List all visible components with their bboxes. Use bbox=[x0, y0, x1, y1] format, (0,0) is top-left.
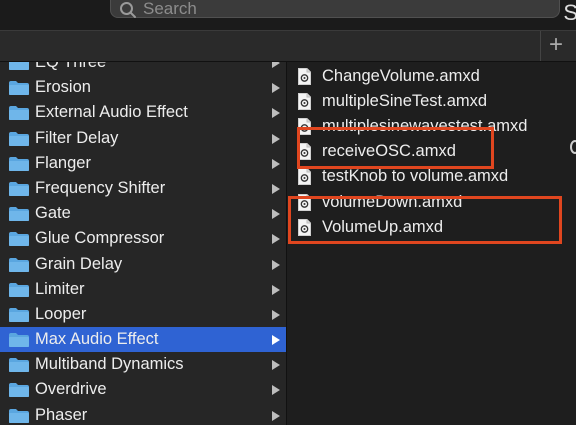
folder-icon bbox=[9, 358, 29, 373]
annotation-box-receiveosc bbox=[297, 127, 494, 169]
folder-item[interactable]: Overdrive bbox=[0, 377, 286, 402]
folder-label: Frequency Shifter bbox=[35, 178, 166, 197]
folder-icon bbox=[9, 232, 29, 247]
folder-icon bbox=[9, 62, 29, 70]
file-item[interactable]: ChangeVolume.amxd bbox=[287, 65, 576, 89]
search-input[interactable] bbox=[143, 0, 543, 20]
folder-icon bbox=[9, 131, 29, 146]
folder-icon bbox=[9, 257, 29, 272]
chevron-right-icon[interactable] bbox=[272, 284, 280, 295]
folder-icon bbox=[9, 333, 29, 348]
folder-label: EQ Three bbox=[35, 62, 107, 71]
max-device-file-icon bbox=[298, 168, 311, 185]
folder-icon bbox=[9, 207, 29, 222]
chevron-right-icon[interactable] bbox=[272, 158, 280, 169]
folder-item[interactable]: Erosion bbox=[0, 75, 286, 100]
folder-item[interactable]: Max Audio Effect bbox=[0, 327, 286, 353]
plus-icon: + bbox=[548, 31, 563, 58]
folder-label: Filter Delay bbox=[35, 128, 119, 147]
clipped-edge-glyph-2 bbox=[570, 140, 576, 154]
file-pane[interactable]: VolumeUp.amxd volumeDown.amxd testKnob to … bbox=[287, 62, 576, 425]
folder-item[interactable]: Glue Compressor bbox=[0, 226, 286, 251]
folder-label: Max Audio Effect bbox=[35, 330, 159, 349]
category-pane[interactable]: EQ Three Erosion External Audio Effect Filt… bbox=[0, 62, 286, 425]
folder-label: Multiband Dynamics bbox=[35, 355, 184, 374]
file-label: multipleSineTest.amxd bbox=[322, 92, 488, 110]
browser-toolbar: + bbox=[0, 30, 576, 62]
folder-label: Gate bbox=[35, 204, 71, 223]
chevron-right-icon[interactable] bbox=[272, 385, 280, 396]
search-box[interactable] bbox=[110, 0, 560, 20]
folder-item[interactable]: Grain Delay bbox=[0, 252, 286, 277]
add-folder-button[interactable]: + bbox=[540, 31, 571, 61]
folder-item[interactable]: Flanger bbox=[0, 151, 286, 176]
chevron-right-icon[interactable] bbox=[272, 309, 280, 320]
file-item[interactable]: multipleSineTest.amxd bbox=[287, 90, 576, 114]
chevron-right-icon[interactable] bbox=[272, 62, 280, 68]
folder-item[interactable]: Frequency Shifter bbox=[0, 176, 286, 201]
annotation-box-volume-files bbox=[288, 196, 562, 244]
folder-label: Phaser bbox=[35, 405, 88, 424]
folder-icon bbox=[9, 383, 29, 398]
browser-top-bar: S bbox=[0, 0, 576, 30]
folder-icon bbox=[9, 282, 29, 297]
folder-item[interactable]: Multiband Dynamics bbox=[0, 352, 286, 377]
chevron-right-icon[interactable] bbox=[272, 209, 280, 220]
chevron-right-icon[interactable] bbox=[272, 335, 280, 346]
folder-label: Grain Delay bbox=[35, 254, 123, 273]
folder-item[interactable]: Phaser bbox=[0, 403, 286, 425]
search-icon bbox=[120, 2, 136, 18]
chevron-right-icon[interactable] bbox=[272, 83, 280, 94]
file-label: testKnob to volume.amxd bbox=[322, 167, 509, 185]
folder-label: Erosion bbox=[35, 78, 91, 97]
folder-item[interactable]: Looper bbox=[0, 302, 286, 327]
folder-label: Glue Compressor bbox=[35, 229, 165, 248]
chevron-right-icon[interactable] bbox=[272, 108, 280, 119]
folder-item[interactable]: External Audio Effect bbox=[0, 100, 286, 125]
folder-label: Looper bbox=[35, 304, 87, 323]
folder-label: External Audio Effect bbox=[35, 103, 188, 122]
folder-icon bbox=[9, 106, 29, 121]
chevron-right-icon[interactable] bbox=[272, 410, 280, 421]
folder-label: Overdrive bbox=[35, 380, 107, 399]
chevron-right-icon[interactable] bbox=[272, 183, 280, 194]
clipped-edge-glyph: S bbox=[563, 0, 576, 25]
folder-icon bbox=[9, 156, 29, 171]
chevron-right-icon[interactable] bbox=[272, 259, 280, 270]
folder-label: Flanger bbox=[35, 153, 91, 172]
folder-label: Limiter bbox=[35, 279, 85, 298]
folder-item[interactable]: EQ Three bbox=[0, 62, 286, 75]
folder-icon bbox=[9, 81, 29, 96]
chevron-right-icon[interactable] bbox=[272, 234, 280, 245]
folder-icon bbox=[9, 408, 29, 423]
file-label: ChangeVolume.amxd bbox=[322, 67, 480, 85]
folder-item[interactable]: Limiter bbox=[0, 277, 286, 302]
chevron-right-icon[interactable] bbox=[272, 133, 280, 144]
chevron-right-icon[interactable] bbox=[272, 360, 280, 371]
folder-list: EQ Three Erosion External Audio Effect Filt… bbox=[0, 62, 286, 425]
max-device-file-icon bbox=[298, 93, 311, 110]
folder-icon bbox=[9, 181, 29, 196]
folder-icon bbox=[9, 307, 29, 322]
folder-item[interactable]: Filter Delay bbox=[0, 126, 286, 151]
folder-item[interactable]: Gate bbox=[0, 201, 286, 226]
max-device-file-icon bbox=[298, 68, 311, 85]
